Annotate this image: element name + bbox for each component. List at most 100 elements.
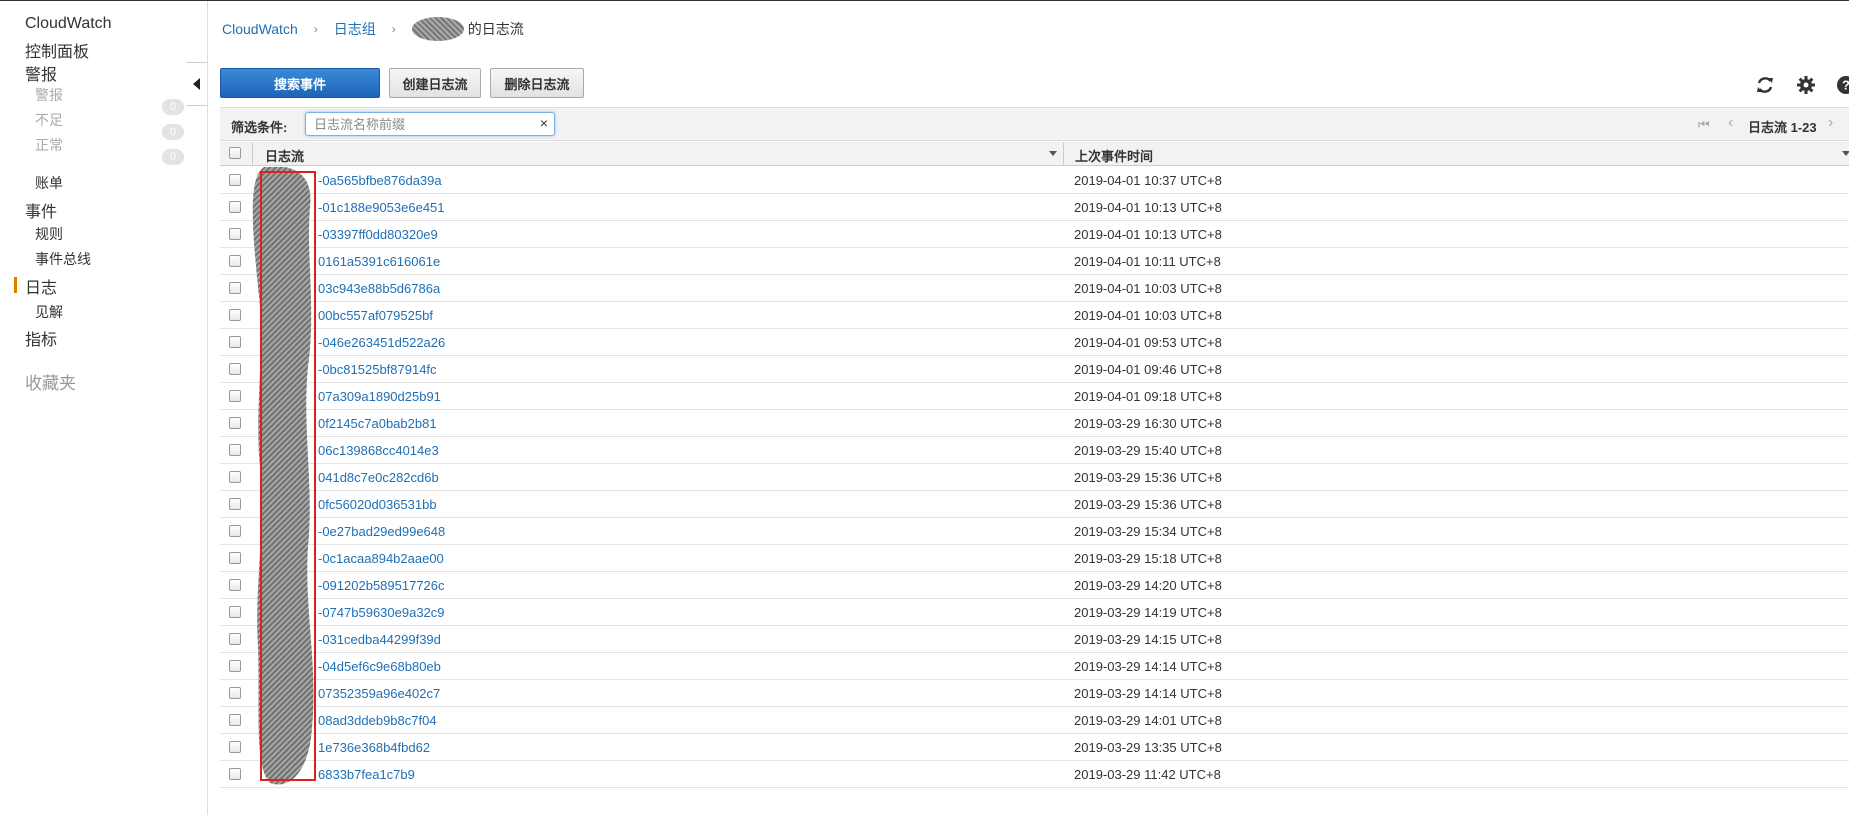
next-page-icon[interactable]: › — [1828, 114, 1833, 132]
log-stream-link[interactable]: 06c139868cc4014e3 — [318, 443, 439, 458]
row-checkbox[interactable] — [229, 417, 241, 429]
search-events-button[interactable]: 搜索事件 — [220, 68, 380, 98]
row-checkbox[interactable] — [229, 282, 241, 294]
log-stream-link[interactable]: 03c943e88b5d6786a — [318, 281, 440, 296]
row-checkbox[interactable] — [229, 687, 241, 699]
log-stream-link[interactable]: -04d5ef6c9e68b80eb — [318, 659, 441, 674]
sidebar-item-ok[interactable]: 正常 — [35, 135, 63, 155]
table-row[interactable]: 6833b7fea1c7b9 2019-03-29 11:42 UTC+8 — [220, 761, 1849, 788]
log-stream-link[interactable]: -0bc81525bf87914fc — [318, 362, 437, 377]
row-checkbox[interactable] — [229, 363, 241, 375]
log-stream-link[interactable]: -0e27bad29ed99e648 — [318, 524, 445, 539]
breadcrumb-cloudwatch[interactable]: CloudWatch — [222, 21, 298, 37]
table-row[interactable]: 0f2145c7a0bab2b81 2019-03-29 16:30 UTC+8 — [220, 410, 1849, 437]
row-checkbox[interactable] — [229, 525, 241, 537]
log-stream-link[interactable]: 0161a5391c616061e — [318, 254, 440, 269]
log-stream-link[interactable]: -0c1acaa894b2aae00 — [318, 551, 444, 566]
clear-icon[interactable]: × — [540, 115, 548, 131]
table-row[interactable]: 07352359a96e402c7 2019-03-29 14:14 UTC+8 — [220, 680, 1849, 707]
table-row[interactable]: 1e736e368b4fbd62 2019-03-29 13:35 UTC+8 — [220, 734, 1849, 761]
row-checkbox[interactable] — [229, 768, 241, 780]
log-stream-link[interactable]: 6833b7fea1c7b9 — [318, 767, 415, 782]
delete-log-stream-button[interactable]: 删除日志流 — [490, 68, 584, 98]
first-page-icon[interactable]: ⏮ — [1698, 117, 1710, 133]
table-row[interactable]: 03c943e88b5d6786a 2019-04-01 10:03 UTC+8 — [220, 275, 1849, 302]
row-checkbox[interactable] — [229, 633, 241, 645]
log-stream-link[interactable]: -091202b589517726c — [318, 578, 445, 593]
table-row[interactable]: -01c188e9053e6e451 2019-04-01 10:13 UTC+8 — [220, 194, 1849, 221]
sidebar-item-billing[interactable]: 账单 — [35, 173, 63, 193]
table-row[interactable]: 07a309a1890d25b91 2019-04-01 09:18 UTC+8 — [220, 383, 1849, 410]
row-checkbox[interactable] — [229, 228, 241, 240]
table-row[interactable]: 08ad3ddeb9b8c7f04 2019-03-29 14:01 UTC+8 — [220, 707, 1849, 734]
table-row[interactable]: -0747b59630e9a32c9 2019-03-29 14:19 UTC+8 — [220, 599, 1849, 626]
log-stream-prefix-input[interactable] — [314, 115, 524, 133]
row-checkbox[interactable] — [229, 660, 241, 672]
create-log-stream-button[interactable]: 创建日志流 — [389, 68, 481, 98]
log-stream-link[interactable]: 08ad3ddeb9b8c7f04 — [318, 713, 437, 728]
row-checkbox[interactable] — [229, 201, 241, 213]
sidebar-item-insufficient[interactable]: 不足 — [35, 110, 63, 130]
table-row[interactable]: -0bc81525bf87914fc 2019-04-01 09:46 UTC+8 — [220, 356, 1849, 383]
row-checkbox[interactable] — [229, 255, 241, 267]
row-checkbox[interactable] — [229, 498, 241, 510]
breadcrumb-log-groups[interactable]: 日志组 — [334, 19, 376, 39]
log-stream-link[interactable]: 07352359a96e402c7 — [318, 686, 440, 701]
sidebar-item-insights[interactable]: 见解 — [35, 302, 63, 322]
row-checkbox[interactable] — [229, 336, 241, 348]
sidebar-item-alarm-state[interactable]: 警报 — [35, 85, 63, 105]
sort-caret-icon[interactable] — [1049, 151, 1057, 156]
table-row[interactable]: -0c1acaa894b2aae00 2019-03-29 15:18 UTC+8 — [220, 545, 1849, 572]
log-stream-link[interactable]: -03397ff0dd80320e9 — [318, 227, 438, 242]
sort-caret-icon[interactable] — [1842, 151, 1849, 156]
row-checkbox[interactable] — [229, 741, 241, 753]
table-row[interactable]: -03397ff0dd80320e9 2019-04-01 10:13 UTC+8 — [220, 221, 1849, 248]
log-stream-link[interactable]: -046e263451d522a26 — [318, 335, 445, 350]
table-row[interactable]: -0a565bfbe876da39a 2019-04-01 10:37 UTC+8 — [220, 167, 1849, 194]
log-stream-link[interactable]: 1e736e368b4fbd62 — [318, 740, 430, 755]
refresh-icon[interactable] — [1755, 75, 1775, 95]
row-checkbox[interactable] — [229, 714, 241, 726]
row-checkbox[interactable] — [229, 552, 241, 564]
select-all-checkbox[interactable] — [229, 147, 241, 159]
row-checkbox[interactable] — [229, 606, 241, 618]
table-row[interactable]: -0e27bad29ed99e648 2019-03-29 15:34 UTC+8 — [220, 518, 1849, 545]
table-row[interactable]: 06c139868cc4014e3 2019-03-29 15:40 UTC+8 — [220, 437, 1849, 464]
gear-icon[interactable] — [1796, 75, 1816, 95]
sidebar-collapse-button[interactable] — [186, 62, 208, 106]
log-stream-link[interactable]: -01c188e9053e6e451 — [318, 200, 445, 215]
table-row[interactable]: 00bc557af079525bf 2019-04-01 10:03 UTC+8 — [220, 302, 1849, 329]
table-row[interactable]: 0161a5391c616061e 2019-04-01 10:11 UTC+8 — [220, 248, 1849, 275]
help-icon[interactable]: ? — [1836, 75, 1849, 95]
row-checkbox[interactable] — [229, 390, 241, 402]
log-stream-link[interactable]: 0fc56020d036531bb — [318, 497, 437, 512]
sidebar-item-metrics[interactable]: 指标 — [25, 326, 57, 350]
sidebar-item-rules[interactable]: 规则 — [35, 224, 63, 244]
previous-page-icon[interactable]: ‹ — [1728, 114, 1733, 132]
table-row[interactable]: 041d8c7e0c282cd6b 2019-03-29 15:36 UTC+8 — [220, 464, 1849, 491]
row-checkbox[interactable] — [229, 471, 241, 483]
table-row[interactable]: -04d5ef6c9e68b80eb 2019-03-29 14:14 UTC+8 — [220, 653, 1849, 680]
row-checkbox[interactable] — [229, 309, 241, 321]
log-stream-link[interactable]: 0f2145c7a0bab2b81 — [318, 416, 437, 431]
sidebar-item-logs[interactable]: 日志 — [25, 274, 57, 298]
table-row[interactable]: -046e263451d522a26 2019-04-01 09:53 UTC+8 — [220, 329, 1849, 356]
row-checkbox[interactable] — [229, 174, 241, 186]
row-checkbox[interactable] — [229, 444, 241, 456]
table-row[interactable]: -091202b589517726c 2019-03-29 14:20 UTC+8 — [220, 572, 1849, 599]
sidebar-item-alarms[interactable]: 警报 — [25, 61, 57, 85]
column-header-last-event-time[interactable]: 上次事件时间 — [1075, 146, 1153, 165]
log-stream-link[interactable]: -031cedba44299f39d — [318, 632, 441, 647]
sidebar-item-event-buses[interactable]: 事件总线 — [35, 249, 91, 269]
row-checkbox[interactable] — [229, 579, 241, 591]
column-header-log-stream[interactable]: 日志流 — [265, 146, 304, 165]
log-stream-link[interactable]: 00bc557af079525bf — [318, 308, 433, 323]
log-stream-link[interactable]: -0747b59630e9a32c9 — [318, 605, 445, 620]
log-stream-link[interactable]: -0a565bfbe876da39a — [318, 173, 442, 188]
table-row[interactable]: 0fc56020d036531bb 2019-03-29 15:36 UTC+8 — [220, 491, 1849, 518]
sidebar-item-dashboard[interactable]: 控制面板 — [25, 38, 89, 62]
table-row[interactable]: -031cedba44299f39d 2019-03-29 14:15 UTC+8 — [220, 626, 1849, 653]
log-stream-link[interactable]: 041d8c7e0c282cd6b — [318, 470, 439, 485]
log-stream-link[interactable]: 07a309a1890d25b91 — [318, 389, 441, 404]
sidebar-item-events[interactable]: 事件 — [25, 198, 57, 222]
